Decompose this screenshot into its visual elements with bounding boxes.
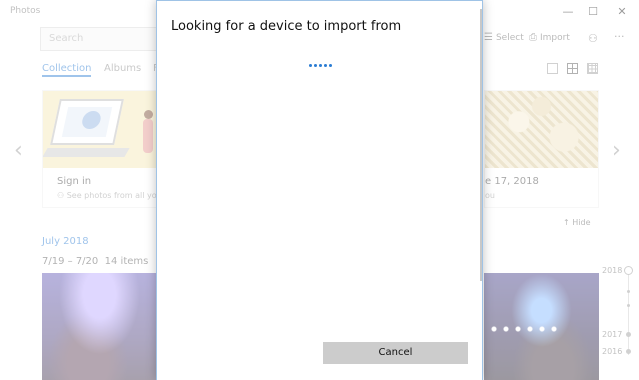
memory-subtitle: ou <box>485 191 495 200</box>
memory-title: e 17, 2018 <box>485 176 539 187</box>
date-range: 7/19 – 7/20 14 items <box>42 256 149 267</box>
timeline-year[interactable]: 2017 <box>602 330 622 339</box>
timeline-handle[interactable] <box>624 266 633 275</box>
select-icon: ☰ <box>484 32 493 43</box>
up-arrow-icon: ↑ <box>563 218 573 227</box>
view-medium-icon[interactable] <box>567 63 578 74</box>
more-icon[interactable]: ··· <box>614 30 625 43</box>
timeline-year[interactable]: 2016 <box>602 347 622 356</box>
month-heading: July 2018 <box>42 236 89 247</box>
import-button[interactable]: ⎙ Import <box>529 32 570 43</box>
signin-subtitle: ⚇ See photos from all your <box>57 191 166 200</box>
search-input[interactable]: Search <box>40 27 165 51</box>
timeline-dot <box>627 304 630 307</box>
dialog-scrollbar[interactable] <box>480 9 482 281</box>
signin-card[interactable]: Sign in ⚇ See photos from all your <box>42 90 165 208</box>
memory-image <box>485 91 598 168</box>
timeline-dot <box>627 290 630 293</box>
select-label: Select <box>495 33 524 43</box>
view-small-icon[interactable] <box>587 63 598 74</box>
tab-albums[interactable]: Albums <box>104 63 141 74</box>
signin-title: Sign in <box>57 176 92 187</box>
memory-card[interactable]: e 17, 2018 ou <box>484 90 599 208</box>
import-icon: ⎙ <box>529 32 537 43</box>
import-label: Import <box>540 33 570 43</box>
timeline-dot <box>626 349 631 354</box>
dialog-heading: Looking for a device to import from <box>171 19 402 34</box>
item-count: 14 items <box>104 256 149 267</box>
minimize-button[interactable]: — <box>556 3 580 21</box>
timeline-year[interactable]: 2018 <box>602 266 622 275</box>
people-icon: ⚇ <box>57 191 67 200</box>
tab-collection[interactable]: Collection <box>42 63 92 77</box>
close-button[interactable]: ✕ <box>610 3 634 21</box>
stage-lights <box>488 325 558 333</box>
chevron-right-icon[interactable]: › <box>612 138 621 163</box>
hide-button[interactable]: ↑ Hide <box>563 218 591 227</box>
app-title: Photos <box>10 6 41 16</box>
import-dialog: Looking for a device to import from Canc… <box>156 0 483 380</box>
chevron-left-icon[interactable]: ‹ <box>14 138 23 163</box>
maximize-button[interactable]: ☐ <box>581 3 605 21</box>
timeline-dot <box>626 332 631 337</box>
signin-illustration <box>43 91 159 168</box>
timeline-track[interactable] <box>628 270 629 355</box>
loading-spinner <box>309 64 335 68</box>
photo-thumbnail[interactable] <box>42 273 157 380</box>
cancel-button[interactable]: Cancel <box>323 342 468 364</box>
select-button[interactable]: ☰ Select <box>484 32 524 43</box>
person-icon[interactable]: ⚇ <box>588 32 598 45</box>
view-large-icon[interactable] <box>547 63 558 74</box>
